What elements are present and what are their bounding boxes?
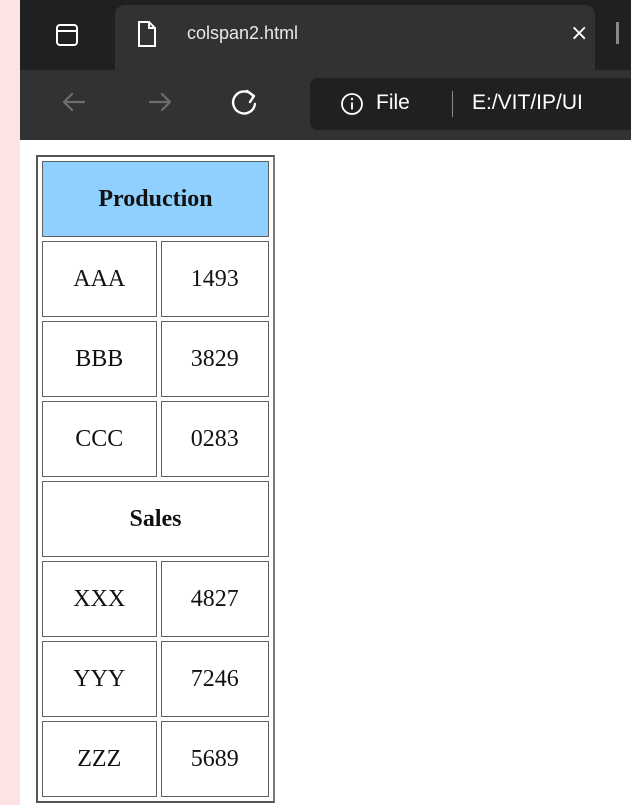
page-content: Production AAA 1493 BBB 3829 CCC 0283 Sa… bbox=[20, 140, 631, 805]
forward-arrow-icon[interactable] bbox=[140, 82, 180, 122]
table-row: Production bbox=[42, 161, 269, 237]
row-label: CCC bbox=[42, 401, 157, 477]
row-label: BBB bbox=[42, 321, 157, 397]
address-separator bbox=[452, 91, 453, 117]
document-icon bbox=[138, 21, 156, 47]
browser-chrome: colspan2.html × File E:/VIT/IP/UI bbox=[20, 0, 631, 140]
tab-bar: colspan2.html × bbox=[20, 0, 631, 70]
row-value: 1493 bbox=[160, 241, 269, 317]
url-text[interactable]: E:/VIT/IP/UI bbox=[472, 91, 583, 115]
site-info-label[interactable]: File bbox=[376, 91, 410, 115]
back-arrow-icon[interactable] bbox=[54, 82, 94, 122]
table-row: BBB 3829 bbox=[42, 321, 269, 397]
table-row: XXX 4827 bbox=[42, 561, 269, 637]
left-margin-strip bbox=[0, 0, 20, 805]
active-tab[interactable]: colspan2.html × bbox=[115, 5, 595, 70]
row-value: 7246 bbox=[160, 641, 269, 717]
row-label: XXX bbox=[42, 561, 157, 637]
table-row: YYY 7246 bbox=[42, 641, 269, 717]
refresh-icon[interactable] bbox=[224, 82, 264, 122]
row-value: 0283 bbox=[160, 401, 269, 477]
production-heading: Production bbox=[42, 161, 269, 237]
navigation-toolbar: File E:/VIT/IP/UI bbox=[20, 70, 631, 140]
row-value: 4827 bbox=[160, 561, 269, 637]
sales-heading: Sales bbox=[42, 481, 269, 557]
close-tab-button[interactable]: × bbox=[570, 19, 588, 49]
data-table: Production AAA 1493 BBB 3829 CCC 0283 Sa… bbox=[36, 155, 275, 803]
table-row: ZZZ 5689 bbox=[42, 721, 269, 797]
row-value: 5689 bbox=[160, 721, 269, 797]
row-label: AAA bbox=[42, 241, 157, 317]
tab-title: colspan2.html bbox=[187, 23, 299, 43]
table-row: Sales bbox=[42, 481, 269, 557]
address-bar[interactable]: File E:/VIT/IP/UI bbox=[310, 78, 631, 130]
row-label: YYY bbox=[42, 641, 157, 717]
table-row: AAA 1493 bbox=[42, 241, 269, 317]
next-tab-edge[interactable] bbox=[616, 22, 619, 44]
info-icon[interactable] bbox=[340, 92, 364, 116]
row-value: 3829 bbox=[160, 321, 269, 397]
row-label: ZZZ bbox=[42, 721, 157, 797]
tab-actions-icon[interactable] bbox=[56, 24, 78, 46]
table-row: CCC 0283 bbox=[42, 401, 269, 477]
